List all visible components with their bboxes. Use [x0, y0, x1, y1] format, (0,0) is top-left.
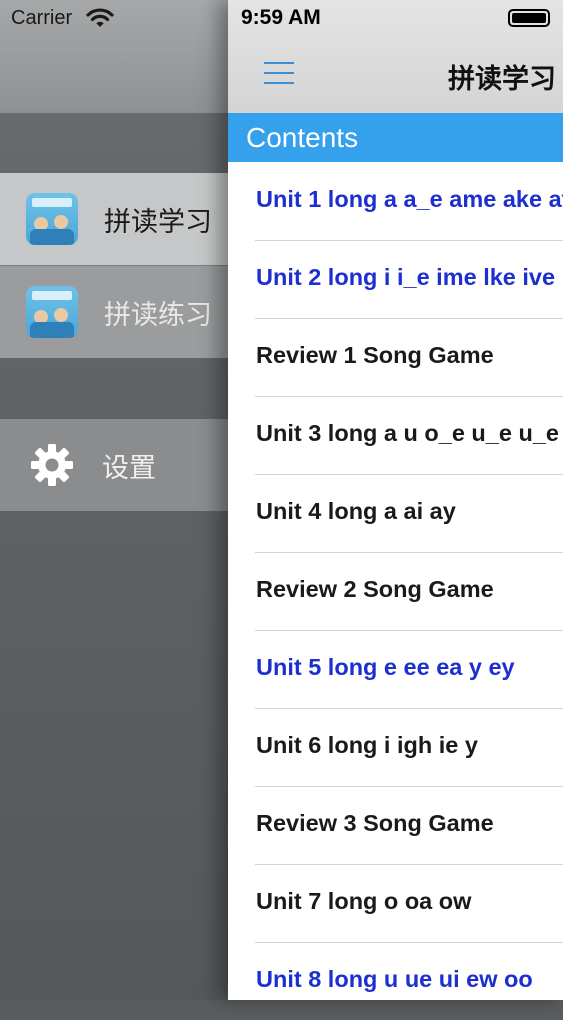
drawer-item-label: 拼读学习 [104, 206, 212, 237]
list-item[interactable]: Unit 7 long o oa ow [255, 865, 563, 943]
navigation-bar: 9:59 AM 拼读学习 [228, 0, 563, 113]
page-title: 拼读学习 [448, 64, 556, 94]
gear-icon [31, 444, 73, 486]
list-item-label: Unit 5 long e ee ea y ey [256, 654, 515, 680]
side-drawer: Carrier 拼读学习 拼读练习 设置 [0, 0, 240, 1000]
wifi-icon [86, 8, 114, 27]
hamburger-menu-icon[interactable] [264, 60, 294, 86]
list-item[interactable]: Unit 4 long a ai ay [255, 475, 563, 553]
drawer-item-study[interactable]: 拼读学习 [0, 173, 240, 265]
status-time: 9:59 AM [241, 6, 321, 29]
list-item-label: Unit 4 long a ai ay [256, 498, 456, 524]
list-item[interactable]: Review 2 Song Game [255, 553, 563, 631]
list-item-label: Unit 6 long i igh ie y [256, 732, 478, 758]
battery-icon [508, 9, 550, 27]
drawer-status-area: Carrier [0, 0, 240, 113]
list-item[interactable]: Unit 3 long a u o_e u_e u_e [255, 397, 563, 475]
list-item-label: Unit 3 long a u o_e u_e u_e [256, 420, 559, 446]
list-item-label: Unit 7 long o oa ow [256, 888, 472, 914]
list-item-label: Unit 1 long a a_e ame ake ate [256, 186, 563, 212]
list-item[interactable]: Review 3 Song Game [255, 787, 563, 865]
section-title: Contents [246, 122, 359, 153]
book-cover-icon [26, 286, 78, 338]
list-item-label: Unit 2 long i i_e ime lke ive [256, 264, 556, 290]
drawer-item-label: 拼读练习 [104, 299, 212, 330]
list-item[interactable]: Unit 5 long e ee ea y ey [255, 631, 563, 709]
drawer-item-label: 设置 [102, 452, 156, 483]
carrier-label: Carrier [11, 7, 73, 29]
list-item-label: Review 1 Song Game [256, 342, 494, 368]
list-item[interactable]: Unit 8 long u ue ui ew oo [255, 943, 563, 1020]
drawer-item-practice[interactable]: 拼读练习 [0, 266, 240, 358]
list-item[interactable]: Unit 2 long i i_e ime lke ive [255, 241, 563, 319]
contents-list: Unit 1 long a a_e ame ake ate Unit 2 lon… [228, 163, 563, 1020]
book-cover-icon [26, 193, 78, 245]
main-panel: 9:59 AM 拼读学习 Contents Unit 1 long a a_e … [228, 0, 563, 1000]
list-item[interactable]: Unit 6 long i igh ie y [255, 709, 563, 787]
list-item-label: Review 2 Song Game [256, 576, 494, 602]
list-item-label: Unit 8 long u ue ui ew oo [256, 966, 533, 992]
list-item-label: Review 3 Song Game [256, 810, 494, 836]
list-item[interactable]: Unit 1 long a a_e ame ake ate [255, 163, 563, 241]
list-item[interactable]: Review 1 Song Game [255, 319, 563, 397]
section-header: Contents [228, 113, 563, 162]
drawer-item-settings[interactable]: 设置 [0, 419, 240, 511]
